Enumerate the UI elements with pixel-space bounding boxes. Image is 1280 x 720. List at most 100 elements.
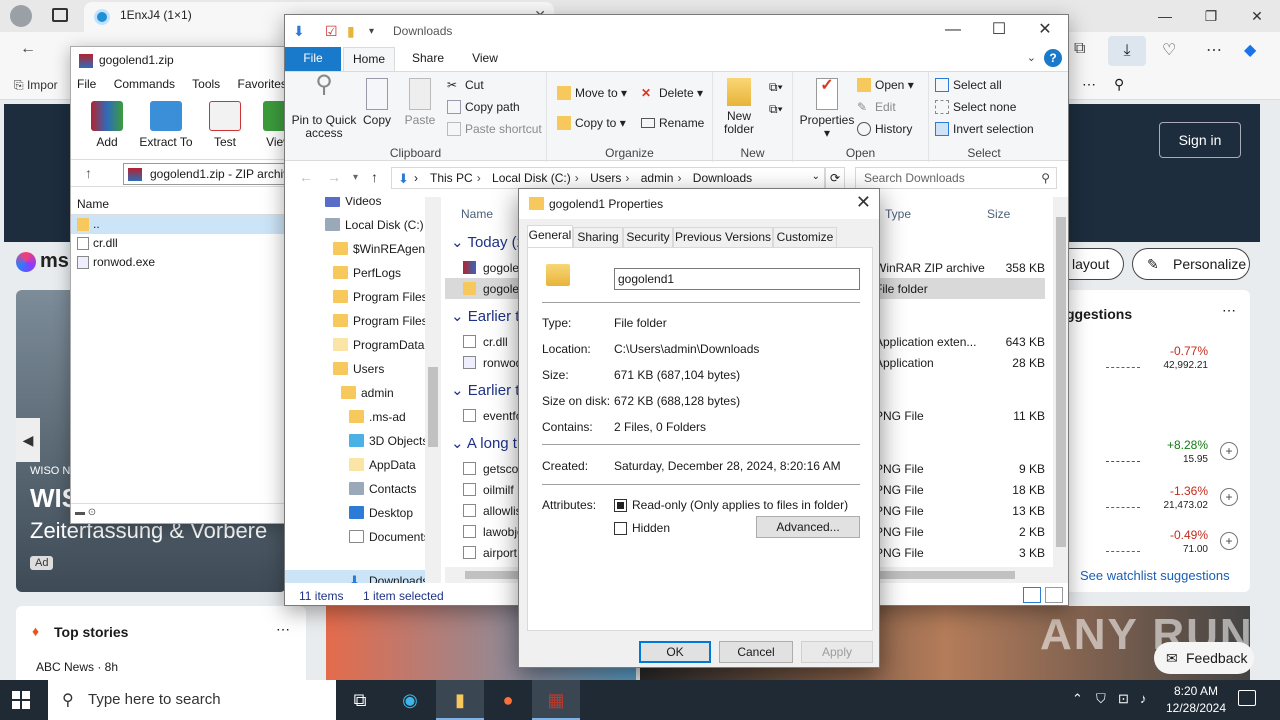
notifications-icon[interactable] (1238, 690, 1256, 706)
tab-security[interactable]: Security (623, 227, 673, 247)
tab-file[interactable]: File (285, 47, 341, 71)
easy-access-icon[interactable]: ⧉▾ (769, 102, 783, 117)
clock[interactable]: 8:20 AM 12/28/2024 (1160, 683, 1232, 717)
add-to-watchlist-icon[interactable]: + (1220, 442, 1238, 460)
nav-item-programdata[interactable]: ProgramData (333, 334, 424, 356)
carousel-prev-icon[interactable]: ◀ (16, 418, 40, 462)
copilot-icon[interactable]: ◆ (1244, 40, 1256, 60)
extract-to-button[interactable]: Extract To (137, 101, 195, 149)
close-icon[interactable]: ✕ (1234, 0, 1280, 32)
apply-button[interactable]: Apply (801, 641, 873, 663)
favorites-import[interactable]: ⎘ Impor (14, 78, 58, 93)
collections-icon[interactable]: ⧉ (1074, 40, 1085, 58)
open-button[interactable]: Open ▾ (857, 78, 914, 92)
breadcrumb-admin[interactable]: admin (641, 171, 674, 185)
paste-button[interactable]: Paste (401, 78, 439, 127)
history-button[interactable]: History (857, 122, 912, 136)
down-arrow-icon[interactable]: ⬇ (293, 23, 305, 40)
nav-item-ms-ad[interactable]: .ms-ad (349, 406, 406, 428)
up-arrow-icon[interactable]: ↑ (85, 165, 92, 181)
maximize-icon[interactable]: ☐ (976, 15, 1022, 47)
profile-avatar[interactable] (10, 5, 32, 27)
file-list-scrollbar[interactable] (1053, 197, 1068, 583)
list-item[interactable]: .. (71, 215, 285, 234)
breadcrumb-downloads[interactable]: Downloads (693, 171, 752, 185)
security-icon[interactable]: ⛉ (1096, 691, 1106, 707)
nav-item-contacts[interactable]: Contacts (349, 478, 416, 500)
view-button[interactable]: View (251, 101, 285, 149)
breadcrumb-this-pc[interactable]: This PC (430, 171, 473, 185)
nav-item-program-files-x86[interactable]: Program Files (333, 310, 428, 332)
network-icon[interactable]: ⊡ (1118, 691, 1129, 707)
more-menu-icon[interactable]: ⋯ (1206, 40, 1222, 60)
list-item[interactable]: cr.dll (71, 234, 285, 253)
scroll-thumb[interactable] (1056, 217, 1066, 547)
select-none-button[interactable]: Select none (935, 100, 1016, 114)
new-item-icon[interactable]: ⧉▾ (769, 80, 783, 95)
add-to-watchlist-icon[interactable]: + (1220, 532, 1238, 550)
new-folder-button[interactable]: New folder (717, 78, 761, 136)
archive-path-field[interactable]: gogolend1.zip - ZIP archive (123, 163, 285, 185)
nav-item-program-files[interactable]: Program Files (333, 286, 428, 308)
ribbon-expand-icon[interactable]: ⌄ (1027, 51, 1036, 64)
large-icons-view-icon[interactable] (1045, 587, 1063, 603)
help-icon[interactable]: ? (1044, 49, 1062, 67)
properties-button[interactable]: ✓ Properties ▾ (799, 78, 855, 140)
windows-start-icon[interactable] (12, 691, 30, 709)
more-dots-icon[interactable]: ⋯ (1082, 76, 1096, 93)
tab-sharing[interactable]: Sharing (573, 227, 623, 247)
back-icon[interactable]: ← (20, 40, 36, 58)
paste-shortcut-button[interactable]: Paste shortcut (447, 122, 542, 136)
story-source[interactable]: ABC News · 8h (36, 660, 118, 674)
nav-item-3d-objects[interactable]: 3D Objects (349, 430, 428, 452)
copy-button[interactable]: Copy (359, 78, 395, 127)
personalize-button[interactable]: ✎ Personalize (1132, 248, 1250, 280)
nav-pane-scrollbar[interactable] (425, 197, 441, 583)
customize-qa-icon[interactable]: ▾ (369, 26, 374, 37)
breadcrumb-local-disk[interactable]: Local Disk (C:) (492, 171, 571, 185)
tab-view[interactable]: View (461, 47, 509, 71)
test-button[interactable]: Test (197, 101, 253, 149)
hidden-checkbox[interactable] (614, 522, 627, 535)
task-view-icon[interactable]: ⧉ (336, 680, 384, 720)
pin-quick-access-button[interactable]: ⚲ Pin to Quick access (291, 73, 357, 140)
cut-button[interactable]: ✂ Cut (447, 78, 484, 92)
tab-previous-versions[interactable]: Previous Versions (673, 227, 773, 247)
rename-button[interactable]: Rename (641, 116, 704, 130)
nav-item-desktop[interactable]: Desktop (349, 502, 413, 524)
advanced-button[interactable]: Advanced... (756, 516, 860, 538)
menu-tools[interactable]: Tools (192, 77, 220, 91)
column-type[interactable]: Type (885, 207, 911, 221)
minimize-icon[interactable]: — (930, 15, 976, 47)
nav-item-documents[interactable]: Documents (349, 526, 430, 548)
folder-name-field[interactable]: gogolend1 (614, 268, 860, 290)
add-button[interactable]: Add (79, 101, 135, 149)
tab-share[interactable]: Share (403, 47, 453, 71)
select-all-button[interactable]: Select all (935, 78, 1002, 92)
edge-icon[interactable]: ◉ (386, 680, 434, 720)
new-folder-qa-icon[interactable]: ▮ (347, 23, 355, 40)
nav-item-appdata[interactable]: AppData (349, 454, 416, 476)
tab-customize[interactable]: Customize (773, 227, 837, 247)
readonly-checkbox[interactable] (614, 499, 627, 512)
tab-actions-icon[interactable] (52, 8, 68, 22)
nav-item-perflogs[interactable]: PerfLogs (333, 262, 401, 284)
msn-logo[interactable]: ms (16, 250, 69, 273)
ok-button[interactable]: OK (639, 641, 711, 663)
close-icon[interactable]: ✕ (1022, 15, 1068, 47)
stock-row[interactable]: -0.77% 42,992.21 (1106, 340, 1246, 380)
stock-row[interactable]: -1.36% 21,473.02 + (1106, 480, 1246, 520)
winrar-column-name[interactable]: Name (71, 193, 285, 215)
properties-qa-icon[interactable]: ☑ (325, 23, 338, 40)
menu-file[interactable]: File (77, 77, 96, 91)
pin-icon[interactable]: ⚲ (1114, 76, 1124, 93)
add-to-watchlist-icon[interactable]: + (1220, 488, 1238, 506)
address-dropdown-icon[interactable]: ⌄ (812, 171, 820, 182)
nav-item-admin[interactable]: admin (341, 382, 394, 404)
stocks-more-icon[interactable]: ⋯ (1222, 302, 1236, 319)
search-input[interactable]: Search Downloads ⚲ (855, 167, 1057, 189)
menu-commands[interactable]: Commands (114, 77, 175, 91)
move-to-button[interactable]: Move to ▾ (557, 86, 627, 100)
tab-home[interactable]: Home (343, 47, 395, 71)
restore-icon[interactable]: ❐ (1188, 0, 1234, 32)
